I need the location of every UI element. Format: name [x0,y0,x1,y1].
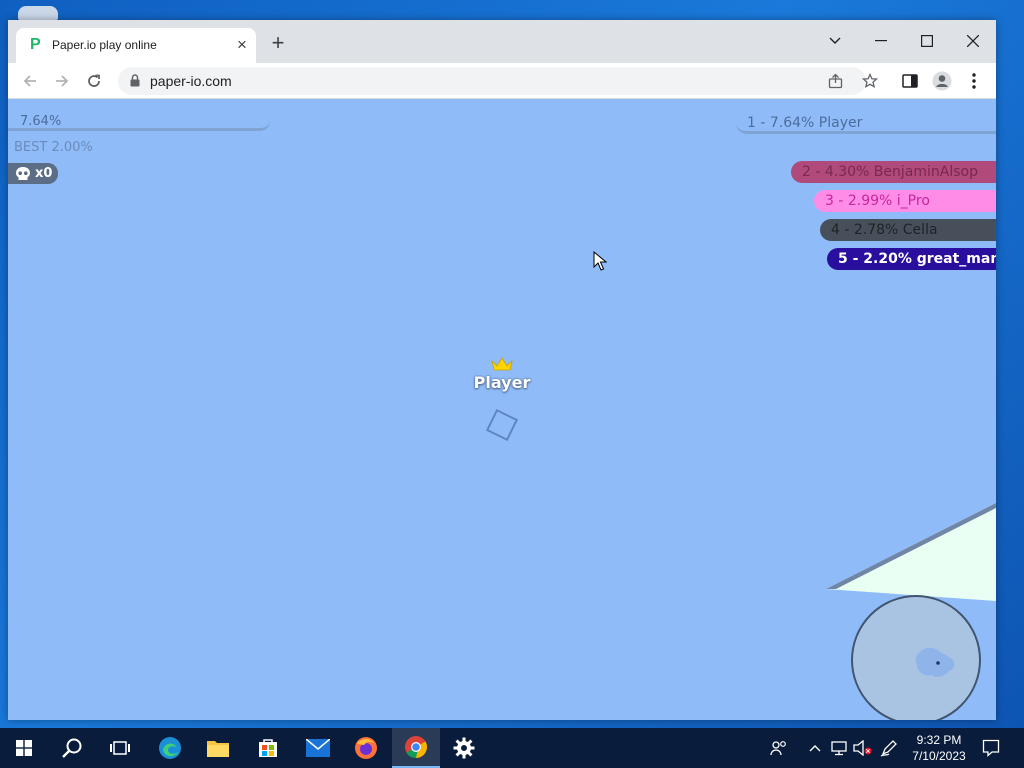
windows-start-icon[interactable] [0,728,48,768]
clock[interactable]: 9:32 PM 7/10/2023 [904,732,974,764]
reload-button[interactable] [80,67,108,95]
score-percent: 7.64% [20,114,62,129]
clock-date: 7/10/2023 [912,749,966,763]
maximize-button[interactable] [912,26,942,56]
browser-window: P Paper.io play online × + paper-io.com … [8,20,996,720]
leaderboard-row: 5 - 2.20% great_man [827,248,996,270]
crown-icon [491,357,513,371]
side-panel-icon[interactable] [896,67,924,95]
leaderboard-row: 3 - 2.99% i_Pro [814,190,996,212]
network-icon[interactable] [828,736,850,760]
game-canvas[interactable]: 7.64% BEST 2.00% x0 1 - 7.64% Player 2 -… [8,99,996,720]
url-text: paper-io.com [150,73,232,89]
search-icon[interactable] [48,728,96,768]
tab-paper-io[interactable]: P Paper.io play online × [16,28,256,63]
chrome-icon[interactable] [392,728,440,768]
menu-dots-icon[interactable] [960,67,988,95]
chevron-up-icon[interactable] [804,736,826,760]
kills-badge: x0 [8,163,58,184]
tab-strip: P Paper.io play online × + [8,20,996,63]
desktop-icon[interactable] [18,6,58,20]
lock-icon [130,74,140,87]
address-bar[interactable]: paper-io.com [118,67,866,95]
profile-avatar-icon[interactable] [928,67,956,95]
minimize-button[interactable] [866,26,896,56]
paper-io-favicon-icon: P [30,36,41,53]
skull-icon [16,167,30,180]
leaderboard-row: 1 - 7.64% Player [736,112,996,134]
bookmark-star-icon[interactable] [856,67,884,95]
tab-title: Paper.io play online [52,38,157,52]
tab-search-button[interactable] [820,26,850,56]
minimap [851,595,981,720]
back-button[interactable] [16,67,44,95]
settings-icon[interactable] [440,728,488,768]
taskbar: 9:32 PM 7/10/2023 [0,728,1024,768]
leaderboard-row: 2 - 4.30% BenjaminAlsop [791,161,996,183]
notification-icon[interactable] [980,736,1002,760]
file-explorer-icon[interactable] [194,728,242,768]
minimap-territory [915,647,955,677]
firefox-icon[interactable] [342,728,390,768]
browser-toolbar: paper-io.com [8,63,996,99]
clock-time: 9:32 PM [916,733,962,747]
mail-icon[interactable] [294,728,342,768]
mouse-cursor-icon [593,251,607,271]
edge-icon[interactable] [146,728,194,768]
tab-close-icon[interactable]: × [232,35,252,55]
pen-icon[interactable] [878,736,900,760]
close-window-button[interactable] [958,26,988,56]
kills-count: x0 [35,166,53,181]
people-icon[interactable] [768,736,790,760]
store-icon[interactable] [244,728,292,768]
volume-muted-icon[interactable] [852,736,874,760]
share-icon[interactable] [826,71,846,91]
task-view-icon[interactable] [96,728,144,768]
best-score: BEST 2.00% [14,140,93,155]
new-tab-button[interactable]: + [266,32,290,56]
leaderboard-row: 4 - 2.78% Cella [820,219,996,241]
player-name-label: Player [473,373,531,392]
forward-button[interactable] [48,67,76,95]
